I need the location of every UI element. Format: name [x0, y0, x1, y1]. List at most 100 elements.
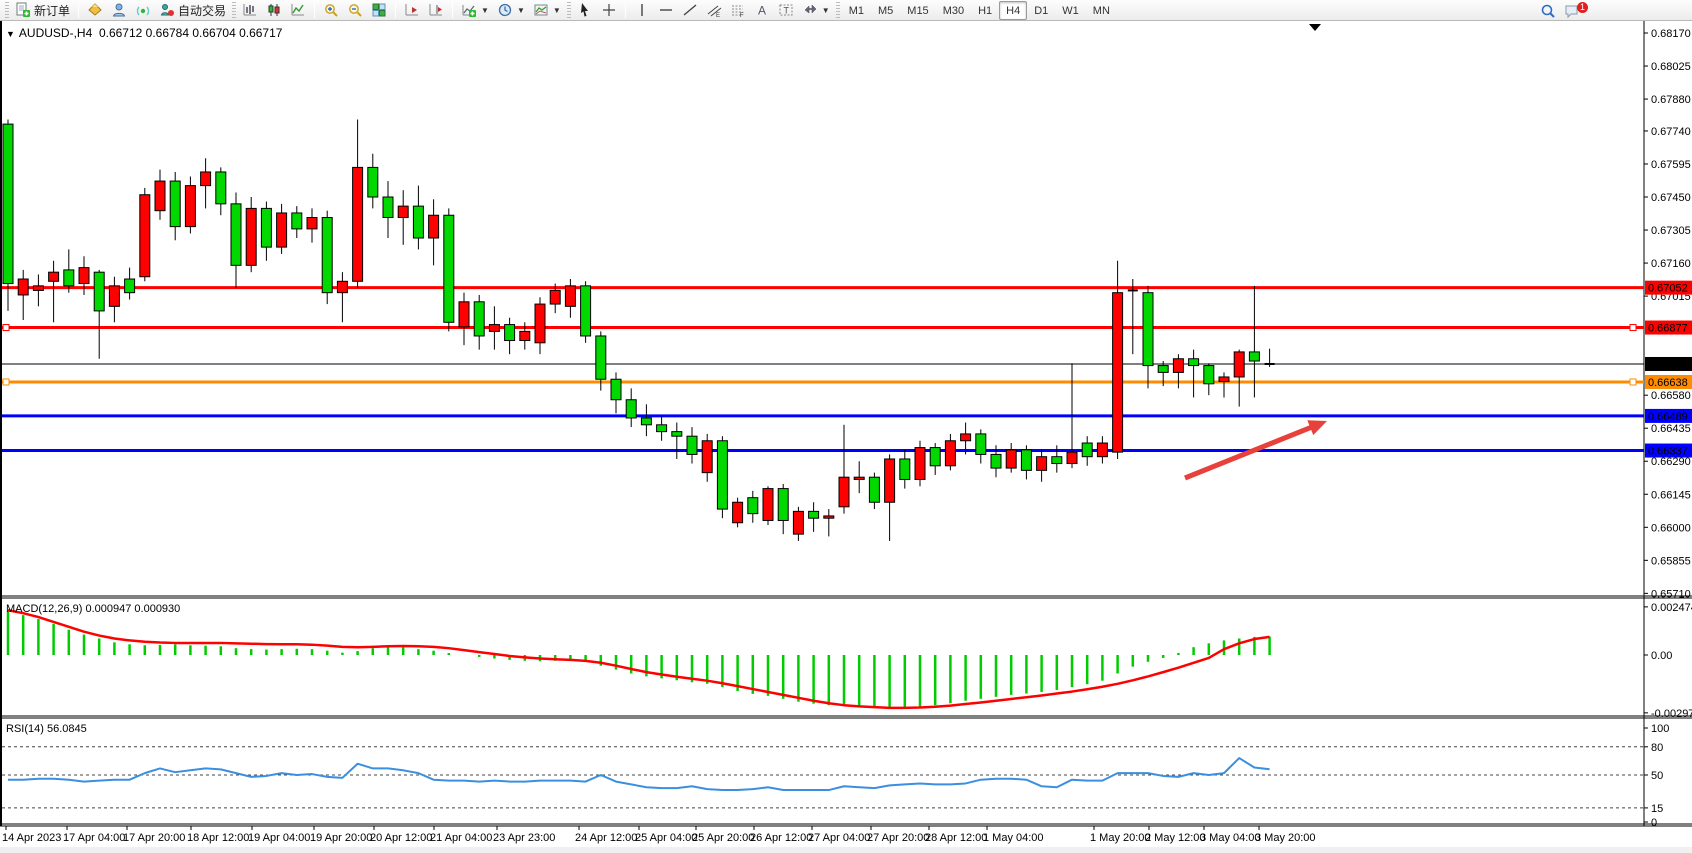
candle-body — [1037, 457, 1047, 471]
arrows-button[interactable]: ▼ — [798, 1, 834, 20]
candle-body — [1173, 359, 1183, 373]
toolbar-grip — [5, 2, 9, 18]
separator — [78, 2, 79, 18]
price-tick-label: 0.65855 — [1651, 555, 1691, 567]
new-order-button[interactable]: 新订单 — [11, 1, 74, 20]
candle-body — [33, 286, 43, 291]
candle-body — [261, 208, 271, 247]
period-button[interactable]: ▼ — [493, 1, 529, 20]
time-axis-label: 27 Apr 20:00 — [867, 832, 929, 844]
add-indicator-button[interactable]: ▼ — [457, 1, 493, 20]
candle-body — [170, 181, 180, 227]
search-icon — [1540, 3, 1556, 19]
timeframe-button-d1[interactable]: D1 — [1027, 1, 1055, 20]
line-handle-icon[interactable] — [1630, 379, 1636, 385]
timeframe-button-mn[interactable]: MN — [1086, 1, 1117, 20]
candle-body — [869, 477, 879, 502]
price-tick-label: 0.67595 — [1651, 159, 1691, 171]
auto-scroll-button[interactable] — [400, 1, 424, 20]
text-button[interactable]: A — [750, 1, 774, 20]
autotrade-icon — [159, 2, 175, 18]
line-chart-button[interactable] — [286, 1, 310, 20]
chart-shift-button[interactable] — [424, 1, 448, 20]
zoom-out-icon — [347, 2, 363, 18]
vline-button[interactable] — [630, 1, 654, 20]
candle-body — [1234, 352, 1244, 377]
separator — [625, 2, 626, 18]
candle-body — [778, 489, 788, 521]
candle-body — [824, 516, 834, 518]
price-tick-label: 0.67740 — [1651, 126, 1691, 138]
candle-body — [231, 204, 241, 266]
trendline-button[interactable] — [678, 1, 702, 20]
bar-chart-button[interactable] — [238, 1, 262, 20]
hline-button[interactable] — [654, 1, 678, 20]
line-handle-icon[interactable] — [1630, 325, 1636, 331]
main-toolbar: 新订单 自动交易 ▼ ▼ ▼ E F A T ▼ M1M5M15M30H1H4D… — [0, 0, 1692, 21]
timeframe-button-h4[interactable]: H4 — [999, 1, 1027, 20]
channel-button[interactable]: E — [702, 1, 726, 20]
line-handle-icon[interactable] — [3, 325, 9, 331]
signal-button[interactable] — [131, 1, 155, 20]
price-tick-label: 0.66290 — [1651, 456, 1691, 468]
candle-body — [1067, 452, 1077, 463]
candle-body — [201, 172, 211, 186]
tile-windows-button[interactable] — [367, 1, 391, 20]
candle-body — [1219, 377, 1229, 382]
candle-body — [930, 448, 940, 466]
chart-window[interactable]: ▼AUDUSD-,H4 0.66712 0.66784 0.66704 0.66… — [0, 21, 1692, 847]
macd-axis-label: 0.002474 — [1651, 602, 1692, 614]
metaquotes-button[interactable] — [83, 1, 107, 20]
candle-body — [581, 286, 591, 336]
time-axis-label: 1 May 04:00 — [983, 832, 1044, 844]
caret-icon: ▼ — [822, 6, 830, 15]
profile-button[interactable] — [107, 1, 131, 20]
time-axis-label: 14 Apr 2023 — [2, 832, 61, 844]
time-axis-label: 17 Apr 20:00 — [123, 832, 185, 844]
crosshair-button[interactable] — [597, 1, 621, 20]
zoom-in-button[interactable] — [319, 1, 343, 20]
timeframe-button-m1[interactable]: M1 — [842, 1, 871, 20]
candle-body — [1097, 443, 1107, 457]
candle-body — [444, 215, 454, 322]
notifications-button[interactable]: 1 — [1560, 1, 1584, 20]
candle-body — [505, 325, 515, 341]
timeframe-button-m15[interactable]: M15 — [900, 1, 935, 20]
candle-body — [413, 206, 423, 238]
candle-chart-button[interactable] — [262, 1, 286, 20]
line-handle-icon[interactable] — [3, 379, 9, 385]
fibonacci-button[interactable]: F — [726, 1, 750, 20]
price-tick-label: 0.65710 — [1651, 588, 1691, 600]
new-order-icon — [15, 2, 31, 18]
symbol-dropdown-icon[interactable]: ▼ — [6, 29, 15, 39]
price-tick-label: 0.68170 — [1651, 28, 1691, 40]
level-price-flag: 0.67052 — [1648, 283, 1688, 295]
candle-body — [885, 459, 895, 502]
search-button[interactable] — [1536, 1, 1560, 20]
chart-symbol-title: AUDUSD-,H4 — [19, 26, 92, 40]
timeframe-button-m30[interactable]: M30 — [936, 1, 971, 20]
candle-body — [915, 448, 925, 480]
price-tick-label: 0.67880 — [1651, 94, 1691, 106]
autotrade-button[interactable]: 自动交易 — [155, 1, 230, 20]
separator — [314, 2, 315, 18]
autotrade-label: 自动交易 — [178, 2, 226, 19]
macd-axis-label: -0.002974 — [1651, 708, 1692, 720]
trendline-icon — [682, 2, 698, 18]
template-button[interactable]: ▼ — [529, 1, 565, 20]
candle-body — [322, 218, 332, 293]
rsi-axis-label: 15 — [1651, 803, 1663, 815]
timeframe-button-m5[interactable]: M5 — [871, 1, 900, 20]
timeframe-button-h1[interactable]: H1 — [971, 1, 999, 20]
candle-body — [839, 477, 849, 507]
candle-body — [140, 195, 150, 277]
candle-body — [520, 331, 530, 340]
cursor-button[interactable] — [573, 1, 597, 20]
template-icon — [533, 2, 549, 18]
text-label-button[interactable]: T — [774, 1, 798, 20]
timeframe-button-w1[interactable]: W1 — [1055, 1, 1086, 20]
price-chart-canvas[interactable]: 0.681700.680250.678800.677400.675950.674… — [0, 21, 1692, 847]
time-axis-label: 23 Apr 23:00 — [493, 832, 555, 844]
time-axis-label: 25 Apr 20:00 — [692, 832, 754, 844]
zoom-out-button[interactable] — [343, 1, 367, 20]
